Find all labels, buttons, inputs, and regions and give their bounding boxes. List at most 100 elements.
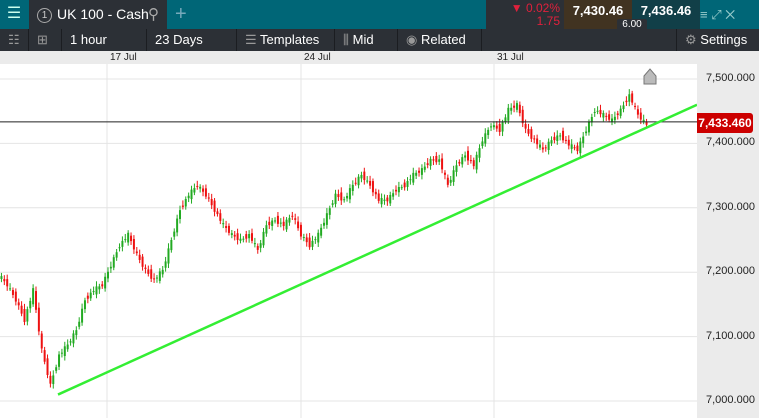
candle-body [291,215,294,217]
hamburger-icon[interactable]: ☰ [0,0,28,29]
candle-body [251,233,253,241]
candle-body [285,219,288,230]
candle-body [92,291,95,293]
candle-body [611,118,613,122]
candle-body [472,160,475,167]
candle-body [562,130,565,141]
candle-body [184,199,187,207]
candle-body [46,358,49,375]
candle-body [337,194,340,198]
candle-body [567,139,570,146]
related-button[interactable]: ◉ Related [398,29,482,51]
candle-body [599,109,602,115]
candle-body [179,210,181,219]
chart-toolbar: ☷ ⊞ 1 hour 23 Days ☰ Templates ⫼ Mid ◉ R… [0,29,759,51]
date-axis: 17 Jul 24 Jul 31 Jul [0,51,759,64]
candle-body [533,138,536,140]
candle-body [478,148,481,158]
candle-body [383,199,386,201]
candle-body [346,195,349,199]
candle-body [294,218,297,220]
search-icon[interactable]: ⚲ [148,0,159,29]
candle-body [510,107,513,111]
candle-body [69,341,72,343]
layout-icon[interactable]: ⊞ [29,29,62,51]
candle-body [550,140,553,144]
candle-body [75,330,78,336]
candle-body [193,188,196,193]
expand-icon[interactable]: ⤢ [711,7,721,22]
list-icon[interactable]: ☷ [0,29,29,51]
drag-handle-icon[interactable]: ≡ [700,7,708,22]
candle-body [118,247,121,249]
change-absolute: 1.75 [536,14,560,28]
candle-body [274,220,277,222]
candle-body [619,108,622,116]
templates-button[interactable]: ☰ Templates [237,29,335,51]
candle-body [487,129,490,136]
y-tick-label: 7,400.000 [706,136,755,149]
candle-body [426,163,429,166]
candle-body [415,172,418,176]
candle-body [158,271,161,281]
candle-body [587,121,590,133]
candle-body [155,277,158,279]
candle-body [311,240,314,247]
candle-body [213,200,216,212]
candle-body [625,100,628,103]
candle-body [262,231,265,246]
candle-body [60,352,63,354]
candle-body [400,187,403,189]
candle-body [380,197,383,205]
candle-body [441,158,444,170]
candle-body [596,110,599,112]
candle-body [547,141,550,150]
candle-body [0,276,3,279]
candle-body [348,188,351,200]
range-select[interactable]: 23 Days [147,29,237,51]
y-tick-label: 7,100.000 [706,329,755,342]
current-price-label: 7,433.460 [697,113,753,133]
price-type-button[interactable]: ⫼ Mid [335,29,398,51]
candle-body [432,159,435,161]
candle-body [109,266,112,269]
candle-body [475,154,478,170]
candle-body [518,104,521,114]
candle-body [72,333,75,344]
candle-body [420,168,423,175]
candle-body [144,267,147,270]
candle-body [216,211,219,215]
candle-body [634,105,637,107]
sliders-icon: ☰ [245,32,257,47]
candle-body [176,218,179,233]
instrument-name: UK 100 - Cash [57,6,149,22]
candle-body [167,248,170,264]
candle-body [253,243,256,245]
candle-body [86,295,89,299]
settings-button[interactable]: ⚙ Settings [676,29,759,51]
close-icon[interactable]: ✕ [725,7,735,22]
candle-body [78,321,81,327]
candle-body [236,233,239,240]
add-tab-button[interactable]: + [175,0,187,28]
candle-body [501,122,504,132]
candle-body [527,129,530,134]
instrument-tab[interactable]: 1 UK 100 - Cash ⚲ [29,0,167,29]
candle-body [458,161,461,164]
candle-body [112,257,115,268]
price-chart[interactable] [0,64,697,418]
interval-select[interactable]: 1 hour [62,29,147,51]
candle-body [6,279,9,287]
top-bar: ☰ 1 UK 100 - Cash ⚲ + ▼ 0.02% 1.75 7,430.46… [0,0,759,30]
candle-body [320,227,323,236]
candle-body [435,155,438,163]
date-label: 24 Jul [304,52,331,63]
candle-body [564,139,567,141]
candle-body [26,309,29,322]
candle-body [392,193,395,197]
candle-body [490,126,493,128]
candle-body [127,232,130,243]
candle-body [443,172,446,175]
candle-body [9,288,12,290]
candle-body [452,170,455,182]
